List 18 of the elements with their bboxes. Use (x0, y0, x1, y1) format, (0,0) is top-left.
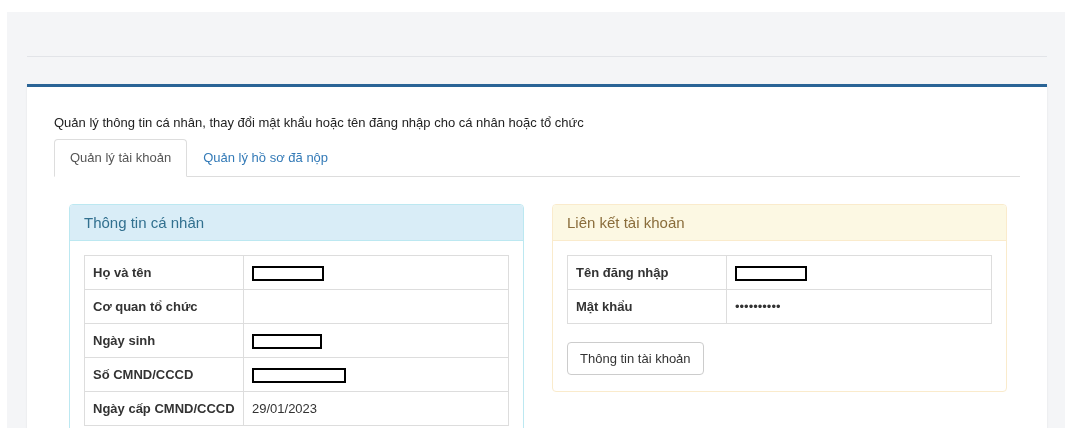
panel-heading: Thông tin cá nhân (70, 205, 523, 241)
tab[interactable]: Quản lý tài khoản (54, 139, 188, 177)
table-cell: Ngày sinh (84, 323, 244, 358)
table-cell: •••••••••• (726, 289, 992, 324)
tab[interactable]: Quản lý hồ sơ đã nộp (187, 139, 345, 177)
table-cell: Cơ quan tổ chức (84, 289, 244, 324)
table-cell: Tên đăng nhập (567, 255, 727, 290)
account-info-button[interactable]: Thông tin tài khoản (567, 342, 704, 375)
table-cell: 29/01/2023 (243, 391, 509, 426)
table-cell: Ngày cấp CMND/CCCD (84, 391, 244, 426)
page-description: Quản lý thông tin cá nhân, thay đổi mật khẩu hoặc tên đăng nhập cho cá nhân hoặc tổ chức (54, 115, 585, 130)
table-cell: Họ và tên (84, 255, 244, 290)
table-cell: Mật khẩu (567, 289, 727, 324)
panel-heading: Liên kết tài khoản (553, 205, 1006, 241)
table-cell: Số CMND/CCCD (84, 357, 244, 392)
redaction-bar (252, 265, 324, 281)
redaction-bar (735, 265, 807, 281)
redaction-bar (252, 333, 322, 349)
